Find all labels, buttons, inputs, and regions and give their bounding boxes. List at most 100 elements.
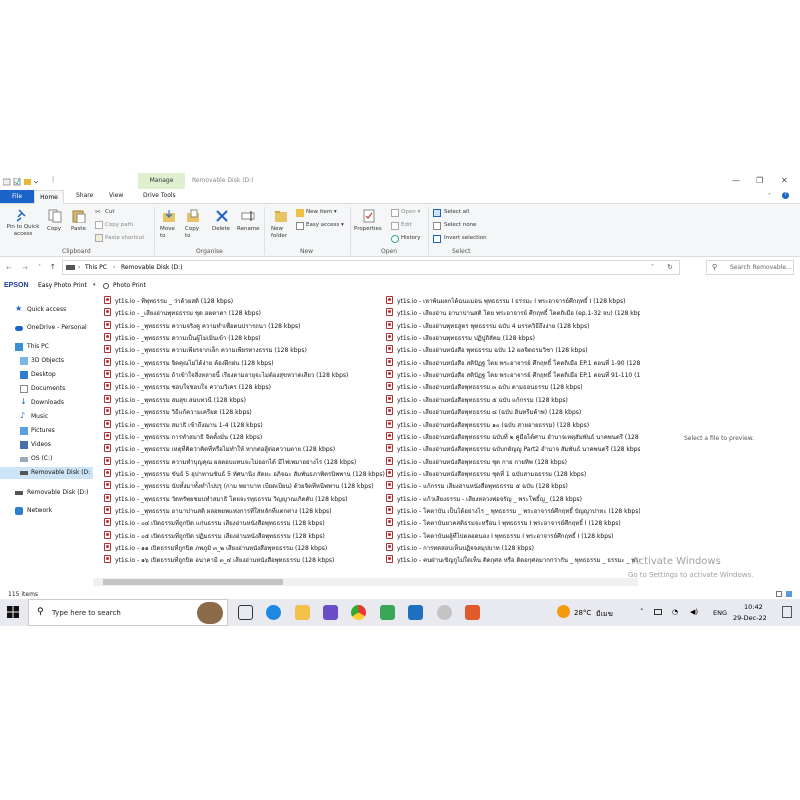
tab-drive-tools[interactable]: Drive Tools xyxy=(143,192,176,199)
easy-photo-print-button[interactable]: Easy Photo Print xyxy=(38,282,87,289)
file-row[interactable]: yt1s.io - _พุทธธรรม ความทำบุญคุณ ผลตอบแท… xyxy=(104,455,362,467)
wifi-icon[interactable]: ◔ xyxy=(672,608,678,616)
photo-print-button[interactable]: Photo Print xyxy=(113,282,146,289)
file-row[interactable]: yt1s.io - _พุทธธรรม ขันธ์ 5 อุปาทานขันธ์… xyxy=(104,467,385,479)
nav-quick-access[interactable]: ★ Quick access xyxy=(0,304,93,316)
tray-chevron-icon[interactable]: ˄ xyxy=(640,608,644,616)
scrollbar-thumb[interactable] xyxy=(103,579,283,585)
nav-onedrive[interactable]: OneDrive - Personal xyxy=(0,322,93,334)
nav-removable-disk[interactable]: Removable Disk (D:) xyxy=(0,487,93,499)
file-row[interactable]: yt1s.io - เสียงอ่านหนังสือพุทธธรรม ฉบับท… xyxy=(386,430,640,442)
disc-burner-icon[interactable] xyxy=(437,605,452,620)
new-item-button[interactable]: New item ▾ xyxy=(306,209,337,215)
file-row[interactable]: yt1s.io - _พุทธธรรม ชอบใจชอบใจ ความวิเคร… xyxy=(104,380,362,392)
tab-file[interactable]: File xyxy=(0,190,34,203)
file-row[interactable]: yt1s.io - _พุทธธรรม นับทั้งมาทั้งทำไปปรุ… xyxy=(104,479,374,491)
copy-to-button[interactable]: Copy to xyxy=(185,226,203,240)
up-icon[interactable]: ↑ xyxy=(50,263,56,271)
tab-share[interactable]: Share xyxy=(76,192,93,199)
edge-icon[interactable] xyxy=(266,605,281,620)
file-row[interactable]: yt1s.io - เสียงอ่านหนังสือพุทธธรรม ๕ ฉบั… xyxy=(386,393,640,405)
file-row[interactable]: yt1s.io - คนฝ่านเขิญกูไม่ใดเห็น ติดกุศล … xyxy=(386,553,640,565)
file-row[interactable]: yt1s.io - ๐๔ เปิดธรรมที่ถูกปิด แก่นธรรม … xyxy=(104,516,362,528)
file-row[interactable]: yt1s.io - _พุทธธรรม ความเป็นผู้ไม่เมิ่นเ… xyxy=(104,331,362,343)
utorrent-icon[interactable] xyxy=(380,605,395,620)
file-row[interactable]: yt1s.io - _พุทธธรรม เหตุที่คิดว่าคิดที่ห… xyxy=(104,442,362,454)
copy-path-button[interactable]: Copy path xyxy=(105,222,133,228)
open-button[interactable]: Open ▾ xyxy=(401,209,420,215)
dropdown-icon[interactable]: ▾ xyxy=(93,282,96,288)
new-folder-icon[interactable] xyxy=(274,209,288,223)
file-row[interactable]: yt1s.io - เสียงอ่านหนังสือพุทธธรรม ๓ ฉบั… xyxy=(386,380,640,392)
recent-locations-icon[interactable]: ˅ xyxy=(38,264,41,271)
select-none-button[interactable]: Select none xyxy=(444,222,476,228)
taskbar-search-box[interactable]: ⚲ Type here to search xyxy=(28,599,228,626)
search-input[interactable]: ⚲ Search Removable... xyxy=(706,260,794,275)
nav-documents[interactable]: Documents xyxy=(0,383,93,395)
history-button[interactable]: History xyxy=(401,235,421,241)
select-all-button[interactable]: Select all xyxy=(444,209,469,215)
paste-shortcut-button[interactable]: Paste shortcut xyxy=(105,235,144,241)
windows-start-icon[interactable] xyxy=(7,606,19,618)
nav-downloads[interactable]: ↓ Downloads xyxy=(0,397,93,409)
file-row[interactable]: yt1s.io - เสียงอ่านหนังสือพุทธธรรม ชุด ก… xyxy=(386,455,640,467)
address-bar[interactable]: › This PC › Removable Disk (D:) ˅ ↻ xyxy=(62,260,680,275)
file-row[interactable]: yt1s.io - _พุทธธรรม วิธีแก้ความเครียด (1… xyxy=(104,405,362,417)
copy-button[interactable]: Copy xyxy=(47,226,61,232)
pin-to-quick-access-button[interactable]: Pin to Quick access xyxy=(3,224,43,238)
nav-removable-disk-selected[interactable]: Removable Disk (D: xyxy=(0,467,93,479)
minimize-icon[interactable]: — xyxy=(732,176,740,185)
file-explorer-icon[interactable] xyxy=(295,605,310,620)
nav-desktop[interactable]: Desktop xyxy=(0,369,93,381)
easy-access-button[interactable]: Easy access ▾ xyxy=(306,222,344,228)
chrome-icon[interactable] xyxy=(351,605,366,620)
invert-selection-button[interactable]: Invert selection xyxy=(444,235,487,241)
file-row[interactable]: yt1s.io - เสียงอ่านหนังสือ สติปัฏฐ โดย พ… xyxy=(386,368,640,380)
file-row[interactable]: yt1s.io - _พุทธธรรม ความเพียรจากเล็ก ควา… xyxy=(104,343,362,355)
battery-icon[interactable] xyxy=(654,609,662,615)
refresh-icon[interactable]: ↻ xyxy=(667,263,673,271)
file-row[interactable]: yt1s.io - ๑๖ เปิดธรรมที่ถูกปิด อนาคามี ๓… xyxy=(104,553,362,565)
rename-button[interactable]: Rename xyxy=(237,226,260,232)
nav-pictures[interactable]: Pictures xyxy=(0,425,93,437)
nav-network[interactable]: Network xyxy=(0,505,93,517)
ribbon-collapse-icon[interactable]: ˄ xyxy=(768,193,771,200)
maximize-icon[interactable]: ❐ xyxy=(756,176,763,185)
breadcrumb-this-pc[interactable]: This PC xyxy=(85,264,107,271)
nav-videos[interactable]: Videos xyxy=(0,439,93,451)
rename-icon[interactable] xyxy=(241,209,255,223)
large-icons-view-icon[interactable] xyxy=(786,591,792,597)
file-row[interactable]: yt1s.io - เสียงอ่านพุทธสูตร พุทธธรรม ฉบั… xyxy=(386,319,640,331)
store-icon[interactable] xyxy=(323,605,338,620)
tab-view[interactable]: View xyxy=(109,192,123,199)
clock-date[interactable]: 29-Dec-22 xyxy=(733,614,767,622)
file-row[interactable]: yt1s.io - ๑๑ เปิดธรรมที่ถูกปิด ภพภูมิ ๓_… xyxy=(104,541,362,553)
file-row[interactable]: yt1s.io - เสียงอ่านหนังสือพุทธธรรม ๑๐ (ฉ… xyxy=(386,418,640,430)
file-row[interactable]: yt1s.io - เสียงอ่านพุทธธรรม ปฏิปูถิสัคม … xyxy=(386,331,640,343)
paste-button[interactable]: Paste xyxy=(71,226,86,232)
manage-tab[interactable]: Manage xyxy=(138,173,185,189)
nav-music[interactable]: ♪ Music xyxy=(0,411,93,423)
address-dropdown-icon[interactable]: ˅ xyxy=(651,264,654,271)
file-row[interactable]: yt1s.io - _พุทธธรรม อานาปานสติ ผลอพยพแห่… xyxy=(104,504,362,516)
breadcrumb-drive[interactable]: Removable Disk (D:) xyxy=(121,264,183,271)
properties-icon[interactable] xyxy=(362,209,376,223)
file-row[interactable]: yt1s.io - เสียงอ่านหนังสือพุทธธรรม ชุดที… xyxy=(386,467,640,479)
file-row[interactable]: yt1s.io - _เสียงอ่านพุทธธรรม ชุด อตตาตา … xyxy=(104,306,362,318)
horizontal-scrollbar[interactable] xyxy=(93,578,638,586)
delete-button[interactable]: Delete xyxy=(212,226,230,232)
move-to-button[interactable]: Move to xyxy=(160,226,178,240)
file-row[interactable]: yt1s.io - _พุทธธรรม การทำสมาธิ จิตตั้งมั… xyxy=(104,430,362,442)
breadcrumb-chevron-icon[interactable]: › xyxy=(78,264,80,271)
file-row[interactable]: yt1s.io - _พุทธธรรม ถ้าเข้าใจสิ่งหลายนี้… xyxy=(104,368,362,380)
file-row[interactable]: yt1s.io - _พุทธธรรม สมสุข สมบทวนี (128 k… xyxy=(104,393,362,405)
file-row[interactable]: yt1s.io - ทีพุทธรรม _ ว่าด้วยสติ (128 kb… xyxy=(104,294,362,306)
edit-button[interactable]: Edit xyxy=(401,222,412,228)
file-row[interactable]: yt1s.io - _พุทธธรรม วัดทรัพยชมบทำสมาธิ โ… xyxy=(104,492,362,504)
quick-access-toolbar-icons[interactable] xyxy=(3,178,43,186)
file-row[interactable]: yt1s.io - เสียงอ่าน อานาปานสติ โดย พระอา… xyxy=(386,306,640,318)
file-row[interactable]: yt1s.io - _พุทธธรรม จิตคุณไม่ได้ง่าย ต้อ… xyxy=(104,356,362,368)
app-icon[interactable] xyxy=(408,605,423,620)
file-row[interactable]: yt1s.io - แก้กรรม เสียงอ่านหนังสือพุทธธร… xyxy=(386,479,640,491)
help-icon[interactable]: ? xyxy=(782,192,789,199)
